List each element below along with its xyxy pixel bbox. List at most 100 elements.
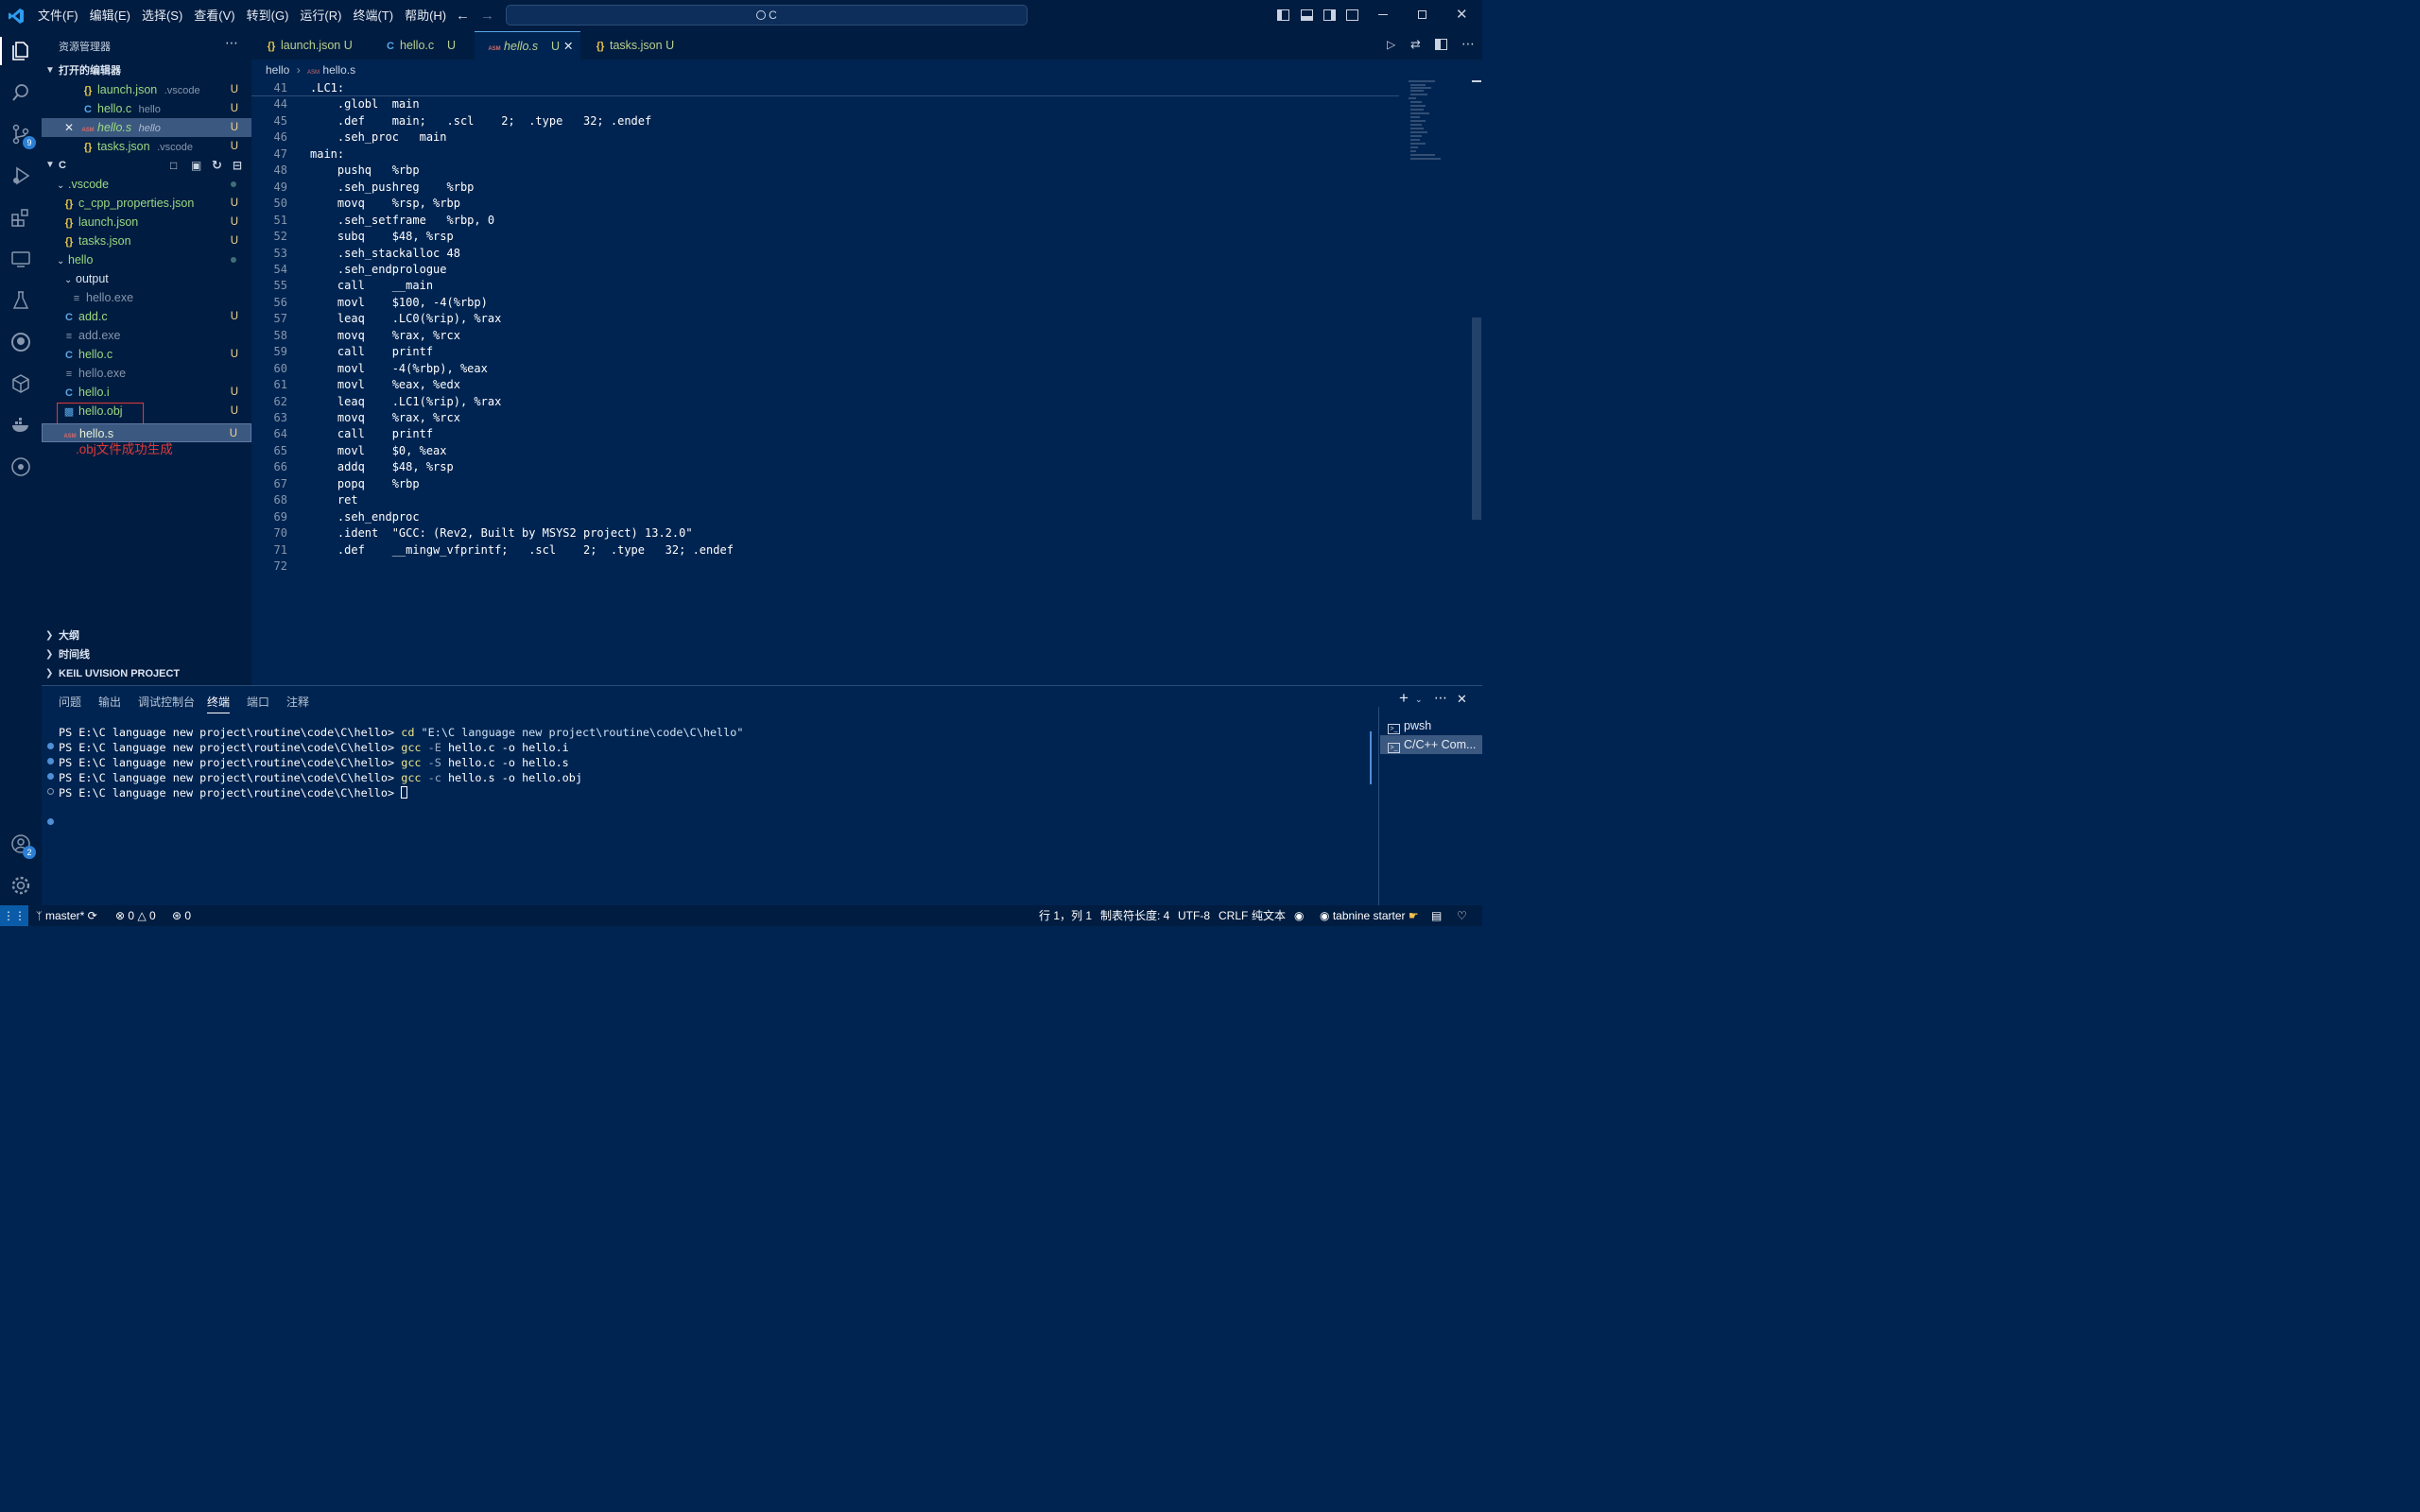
remote-explorer-icon[interactable]	[7, 245, 35, 273]
close-panel-icon[interactable]: ✕	[1457, 692, 1467, 707]
source-control-icon[interactable]: 9	[7, 120, 36, 149]
copilot-icon[interactable]: ◉	[1294, 905, 1304, 926]
code-line[interactable]: 46 .seh_proc main	[251, 129, 1386, 146]
tree-file[interactable]: ≡ hello.exe	[42, 288, 251, 307]
testing-icon[interactable]	[7, 286, 35, 315]
github-icon[interactable]	[7, 328, 35, 356]
code-line[interactable]: 55 call __main	[251, 278, 1386, 294]
terminal-output[interactable]: PS E:\C language new project\routine\cod…	[42, 724, 1365, 837]
close-editor-icon[interactable]: ✕	[64, 118, 74, 137]
tab-hello-c[interactable]: Chello.c U	[371, 31, 475, 60]
folder-header[interactable]: ▼ C □ ▣ ↻ ⊟	[42, 156, 251, 175]
tabnine-status[interactable]: ◉ tabnine starter ☛	[1320, 905, 1419, 926]
code-line[interactable]: 70 .ident "GCC: (Rev2, Built by MSYS2 pr…	[251, 525, 1386, 541]
menu-selection[interactable]: 选择(S)	[136, 0, 188, 31]
settings-gear-icon[interactable]	[7, 871, 35, 900]
code-line[interactable]: 60 movl -4(%rbp), %eax	[251, 361, 1386, 377]
code-line[interactable]: 50 movq %rsp, %rbp	[251, 196, 1386, 212]
code-line[interactable]: 51 .seh_setframe %rbp, 0	[251, 213, 1386, 229]
minimize-icon[interactable]	[1378, 14, 1388, 15]
compare-changes-icon[interactable]: ⇄	[1410, 37, 1421, 52]
open-editor-item[interactable]: {} launch.json .vscode U	[42, 80, 251, 99]
code-line[interactable]: 54 .seh_endprologue	[251, 262, 1386, 278]
collapse-all-icon[interactable]: ⊟	[233, 156, 242, 175]
target-icon[interactable]	[7, 453, 35, 481]
open-editors-header[interactable]: ▼ 打开的编辑器	[42, 61, 251, 80]
search-view-icon[interactable]	[7, 78, 35, 107]
terminal-instance-pwsh[interactable]: >_ pwsh	[1380, 716, 1482, 735]
encoding[interactable]: UTF-8	[1178, 905, 1210, 926]
tree-file[interactable]: {} tasks.json U	[42, 232, 251, 250]
open-editor-item[interactable]: {} tasks.json .vscode U	[42, 137, 251, 156]
more-actions-icon[interactable]: ⋯	[225, 35, 238, 51]
code-line[interactable]: 66 addq $48, %rsp	[251, 459, 1386, 475]
code-line[interactable]: 62 leaq .LC1(%rip), %rax	[251, 394, 1386, 410]
tree-folder[interactable]: ⌄ hello	[42, 250, 251, 269]
tree-folder[interactable]: ⌄ output	[42, 269, 251, 288]
notes-icon[interactable]: ▤	[1431, 905, 1442, 926]
code-line[interactable]: 65 movl $0, %eax	[251, 443, 1386, 459]
restore-icon[interactable]	[1418, 10, 1426, 19]
code-line[interactable]: 56 movl $100, -4(%rbp)	[251, 295, 1386, 311]
cursor-position[interactable]: 行 1，列 1	[1039, 905, 1092, 926]
menu-go[interactable]: 转到(G)	[241, 0, 295, 31]
tree-file[interactable]: {} launch.json U	[42, 213, 251, 232]
remote-indicator-icon[interactable]: ⋮⋮	[0, 905, 28, 926]
language-mode[interactable]: 纯文本	[1252, 905, 1286, 926]
ports-status[interactable]: ⊛ 0	[172, 905, 191, 926]
tab-ports[interactable]: 端口	[247, 694, 269, 710]
breadcrumb-folder[interactable]: hello	[266, 63, 289, 77]
minimap[interactable]	[1407, 79, 1444, 164]
editor-more-icon[interactable]: ⋯	[1461, 36, 1475, 52]
tab-problems[interactable]: 问题	[59, 694, 81, 710]
breadcrumb-file[interactable]: hello.s	[322, 63, 355, 77]
indentation[interactable]: 制表符长度: 4	[1100, 905, 1169, 926]
chevron-down-icon[interactable]: ⌄	[1415, 695, 1423, 705]
keil-header[interactable]: ❯ KEIL UVISION PROJECT	[42, 664, 251, 683]
cube-extension-icon[interactable]	[7, 369, 35, 398]
code-line[interactable]: 58 movq %rax, %rcx	[251, 328, 1386, 344]
problems-status[interactable]: ⊗ 0 △ 0	[115, 905, 156, 926]
code-editor[interactable]: 41 .LC1: 44 .globl main 45 .def main; .scl …	[251, 80, 1399, 575]
menu-edit[interactable]: 编辑(E)	[84, 0, 136, 31]
code-line[interactable]: 52 subq $48, %rsp	[251, 229, 1386, 245]
panel-more-icon[interactable]: ⋯	[1434, 690, 1447, 706]
tree-folder[interactable]: ⌄ .vscode	[42, 175, 251, 194]
code-line[interactable]: 67 popq %rbp	[251, 476, 1386, 492]
tab-debug-console[interactable]: 调试控制台	[138, 694, 195, 710]
tree-file[interactable]: Chello.i U	[42, 383, 251, 402]
notifications-bell-icon[interactable]: ♡	[1457, 905, 1467, 926]
open-editor-item-active[interactable]: ✕ ASM hello.s hello U	[42, 118, 251, 137]
code-line[interactable]: 44 .globl main	[251, 96, 1386, 112]
tab-terminal[interactable]: 终端	[207, 694, 231, 713]
tab-hello-s-active[interactable]: ASM hello.s U ✕	[475, 31, 580, 60]
extensions-icon[interactable]	[7, 203, 35, 232]
tree-file[interactable]: Cadd.c U	[42, 307, 251, 326]
menu-file[interactable]: 文件(F)	[32, 0, 84, 31]
code-line[interactable]: 59 call printf	[251, 344, 1386, 360]
tab-tasks-json[interactable]: {} tasks.json U	[580, 31, 692, 60]
toggle-secondary-sidebar-icon[interactable]	[1323, 9, 1336, 21]
code-line[interactable]: 63 movq %rax, %rcx	[251, 410, 1386, 426]
menu-help[interactable]: 帮助(H)	[399, 0, 452, 31]
code-line[interactable]: 47 main:	[251, 146, 1386, 163]
menu-terminal[interactable]: 终端(T)	[347, 0, 399, 31]
editor-scrollbar[interactable]	[1472, 318, 1481, 520]
new-terminal-icon[interactable]: +	[1399, 689, 1409, 708]
code-line[interactable]: 41 .LC1:	[251, 80, 1386, 96]
code-line[interactable]: 49 .seh_pushreg %rbp	[251, 180, 1386, 196]
branch-status[interactable]: ᛉ master* ⟳	[36, 905, 97, 927]
tab-comments[interactable]: 注释	[286, 694, 309, 710]
customize-layout-icon[interactable]	[1346, 9, 1358, 21]
back-arrow-icon[interactable]: ←	[456, 8, 470, 24]
code-line[interactable]: 57 leaq .LC0(%rip), %rax	[251, 311, 1386, 327]
timeline-header[interactable]: ❯ 时间线	[42, 645, 251, 664]
new-folder-icon[interactable]: ▣	[191, 156, 201, 175]
open-editor-item[interactable]: Chello.c hello U	[42, 99, 251, 118]
code-line[interactable]: 71 .def __mingw_vfprintf; .scl 2; .type …	[251, 542, 1386, 558]
run-debug-icon[interactable]	[7, 162, 35, 190]
line-ending[interactable]: CRLF	[1219, 905, 1248, 926]
explorer-icon[interactable]	[7, 37, 35, 65]
code-line[interactable]: 69 .seh_endproc	[251, 509, 1386, 525]
code-line[interactable]: 72	[251, 558, 1386, 575]
